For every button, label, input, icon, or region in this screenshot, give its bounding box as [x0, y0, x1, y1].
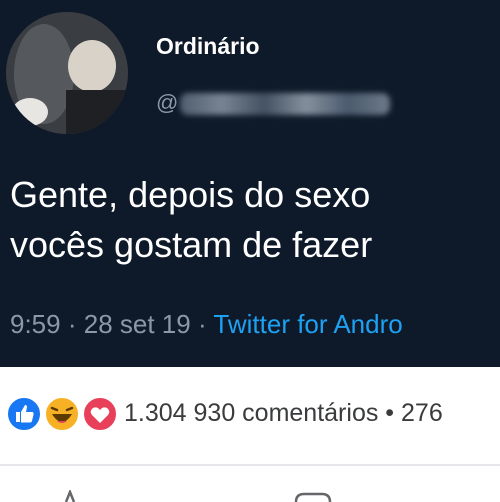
profile-avatar[interactable] — [6, 12, 128, 134]
comment-count[interactable]: 930 comentários — [194, 399, 379, 427]
handle-redacted-blur — [180, 93, 390, 115]
reaction-summary: 1.304 930 comentários • 276 — [124, 399, 443, 428]
handle-at-sign: @ — [156, 90, 179, 115]
tweet-text: Gente, depois do sexo vocês gostam de fa… — [10, 170, 500, 270]
tweet-screenshot: Ordinário @ Gente, depois do sexo vocês … — [0, 0, 500, 367]
tweet-date: 28 set 19 — [83, 309, 191, 339]
bullet-separator: • — [385, 399, 395, 427]
love-icon — [82, 396, 118, 432]
divider — [0, 464, 500, 466]
tweet-meta: 9:59 · 28 set 19 · Twitter for Andro — [10, 309, 403, 340]
avatar-photo — [6, 12, 128, 134]
comment-action-icon[interactable] — [292, 492, 334, 502]
share-count[interactable]: 276 — [401, 399, 443, 427]
tweet-time: 9:59 — [10, 309, 61, 339]
tweet-text-line-1: Gente, depois do sexo — [10, 174, 371, 215]
reactions-bar: 1.304 930 comentários • 276 — [0, 392, 500, 436]
display-name[interactable]: Ordinário — [156, 33, 260, 60]
meta-separator: · — [67, 309, 77, 339]
reaction-count[interactable]: 1.304 — [124, 399, 187, 427]
tweet-text-line-2: vocês gostam de fazer — [10, 224, 373, 265]
action-bar — [0, 486, 500, 502]
reaction-icons[interactable] — [6, 396, 118, 432]
meta-separator: · — [197, 309, 207, 339]
username-handle[interactable]: @ — [156, 90, 396, 120]
tweet-source-link[interactable]: Twitter for Andro — [213, 309, 402, 339]
haha-icon — [44, 396, 80, 432]
like-icon — [6, 396, 42, 432]
like-action-icon[interactable] — [60, 490, 80, 502]
